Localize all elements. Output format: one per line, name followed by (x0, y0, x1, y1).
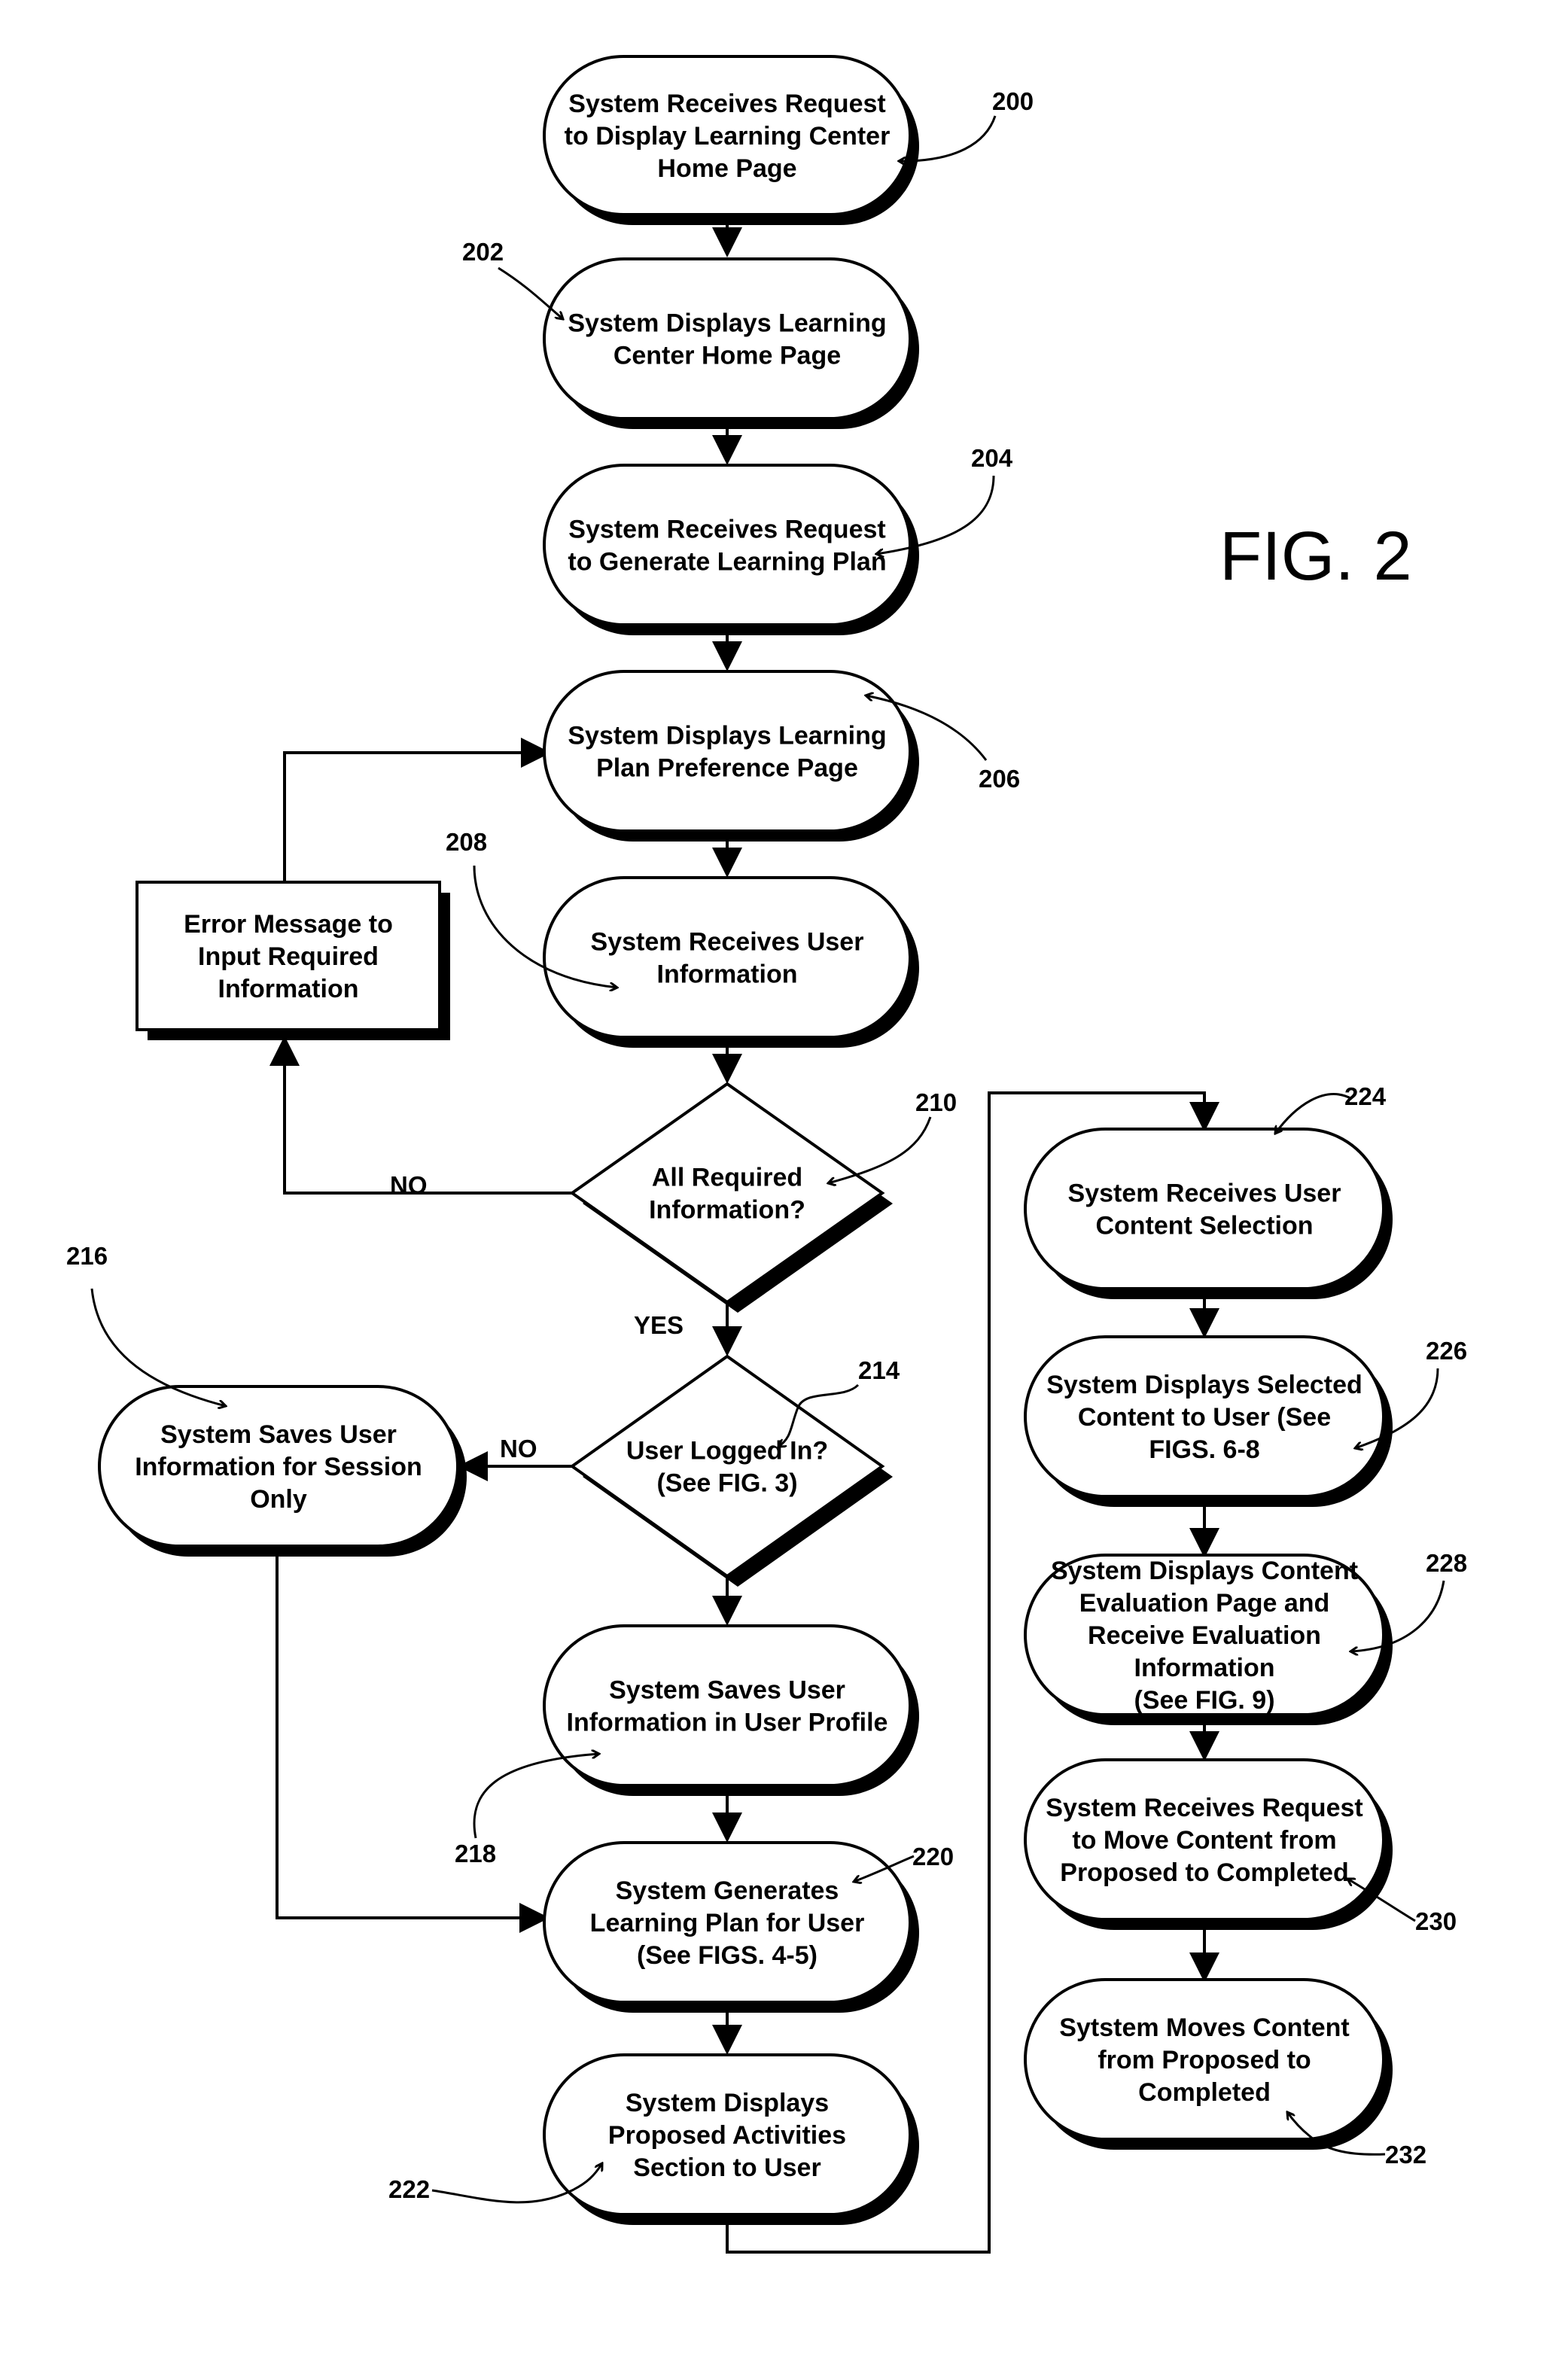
node-text-line: Home Page (657, 154, 796, 183)
decision-diamond (569, 1082, 885, 1304)
node-text-line: System Receives Request (568, 516, 885, 544)
node-text-line: Plan Preference Page (596, 754, 858, 783)
reference-number: 204 (971, 444, 1013, 472)
flow-node-230: System Receives Request to Move Content f… (1024, 1758, 1393, 1930)
node-text-line: System Receives Request (1046, 1794, 1362, 1822)
node-text-line: Information (1134, 1654, 1275, 1682)
node-text-line: Proposed Activities (608, 2121, 846, 2150)
reference-number: 210 (915, 1088, 957, 1116)
node-text-line: Information in User Profile (567, 1709, 888, 1737)
node-text-line: System Receives User (591, 928, 864, 957)
node-text-line: System Displays Content (1051, 1557, 1358, 1585)
reference-224: 224 (1275, 1082, 1387, 1134)
node-text-line: to Display Learning Center (565, 122, 891, 151)
reference-number: 230 (1415, 1907, 1457, 1935)
reference-216: 216 (66, 1242, 226, 1406)
node-text-line: System Generates (616, 1876, 839, 1905)
flow-node-218: System Saves User Information in User Pro… (543, 1624, 919, 1796)
node-text-line: from Proposed to (1098, 2046, 1311, 2074)
flow-node-210: All Required Information? (569, 1082, 893, 1313)
node-text-line: Information (657, 960, 798, 989)
node-text-line: FIGS. 6-8 (1149, 1435, 1259, 1464)
flow-node-206: System Displays Learning Plan Preference … (543, 670, 919, 842)
node-text-line: Information (218, 975, 359, 1003)
flow-node-220: System Generates Learning Plan for User (S… (543, 1841, 919, 2013)
flow-node-202: System Displays Learning Center Home Page (543, 257, 919, 429)
node-text-line: System Saves User (609, 1676, 845, 1705)
node-text-line: System Displays Learning (568, 309, 886, 338)
reference-number: 200 (992, 87, 1034, 115)
reference-202: 202 (462, 238, 563, 319)
reference-number: 202 (462, 238, 504, 266)
node-text-line: Evaluation Page and (1079, 1589, 1330, 1618)
flow-node-222: System Displays Proposed Activities Sectio… (543, 2053, 919, 2225)
flow-node-226: System Displays Selected Content to User … (1024, 1335, 1393, 1507)
flow-node-216: System Saves User Information for Session… (98, 1385, 467, 1557)
flow-node-228: System Displays Content Evaluation Page a… (1024, 1554, 1393, 1725)
node-text-line: Content to User (See (1078, 1403, 1331, 1432)
node-text-line: System Displays Selected (1046, 1371, 1362, 1399)
node-text-line: Content Selection (1095, 1212, 1313, 1240)
node-text-line: System Displays Learning (568, 722, 886, 750)
node-text-line: to Move Content from (1072, 1826, 1336, 1855)
node-text-line: Only (250, 1485, 307, 1514)
reference-number: 222 (388, 2175, 430, 2203)
reference-number: 208 (446, 828, 487, 856)
connector-error-206 (283, 738, 551, 882)
flow-node-error: Error Message to Input Required Informatio… (135, 881, 450, 1040)
flow-node-200: System Receives Request to Display Learni… (543, 55, 919, 225)
terminal-shape (543, 464, 912, 626)
node-text-line: Information for Session (135, 1453, 422, 1481)
node-text-line: Learning Plan for User (590, 1909, 865, 1937)
terminal-shape (543, 257, 912, 420)
terminal-shape (1024, 1128, 1385, 1290)
node-text-line: Proposed to Completed (1060, 1858, 1348, 1887)
connector-210-error-no (269, 1036, 572, 1195)
node-text-line: Sytstem Moves Content (1059, 2013, 1349, 2042)
terminal-shape (543, 670, 912, 832)
flow-node-204: System Receives Request to Generate Learn… (543, 464, 919, 635)
terminal-shape (543, 1624, 912, 1787)
node-text-line: System Receives User (1068, 1179, 1341, 1208)
flow-node-208: System Receives User Information (543, 876, 919, 1048)
reference-number: 232 (1385, 2141, 1426, 2169)
reference-number: 220 (912, 1843, 954, 1870)
node-text-line: Input Required (198, 942, 379, 971)
flow-node-224: System Receives User Content Selection (1024, 1128, 1393, 1299)
node-text-line: System Saves User (160, 1420, 397, 1449)
branch-label-no-214: NO (500, 1435, 537, 1462)
node-text-line: All Required (652, 1164, 802, 1192)
decision-diamond (569, 1354, 885, 1578)
flowchart-diagram: FIG. 2 System Receives Request to Display… (66, 55, 1467, 2254)
leader-line (498, 266, 563, 319)
node-text-line: Section to User (633, 2153, 821, 2182)
node-text-line: System Receives Request (568, 90, 885, 118)
node-text-line: Error Message to (184, 910, 393, 939)
reference-number: 214 (858, 1356, 900, 1384)
node-text-line: Receive Evaluation (1088, 1621, 1321, 1650)
node-text-line: User Logged In? (626, 1437, 828, 1466)
node-text-line: Completed (1138, 2078, 1271, 2107)
branch-label-yes-210: YES (634, 1311, 684, 1339)
reference-number: 218 (455, 1840, 496, 1867)
reference-number: 206 (979, 765, 1020, 793)
flow-node-232: Sytstem Moves Content from Proposed to Com… (1024, 1978, 1393, 2150)
node-text-line: (See FIG. 9) (1134, 1686, 1274, 1715)
node-text-line: (See FIGS. 4-5) (637, 1941, 817, 1970)
reference-number: 228 (1426, 1549, 1467, 1577)
node-text-line: System Displays (626, 2089, 829, 2117)
terminal-shape (543, 876, 912, 1039)
connector-216-220 (276, 1557, 550, 1933)
reference-number: 224 (1344, 1082, 1387, 1110)
branch-label-no-210: NO (390, 1171, 428, 1199)
reference-number: 216 (66, 1242, 108, 1270)
node-text-line: to Generate Learning Plan (568, 548, 886, 577)
node-text-line: Center Home Page (613, 342, 841, 370)
nodes-layer: System Receives Request to Display Learni… (98, 55, 1393, 2225)
node-text-line: Information? (649, 1196, 805, 1225)
reference-number: 226 (1426, 1337, 1467, 1365)
figure-label: FIG. 2 (1219, 518, 1412, 595)
node-text-line: (See FIG. 3) (656, 1469, 797, 1498)
